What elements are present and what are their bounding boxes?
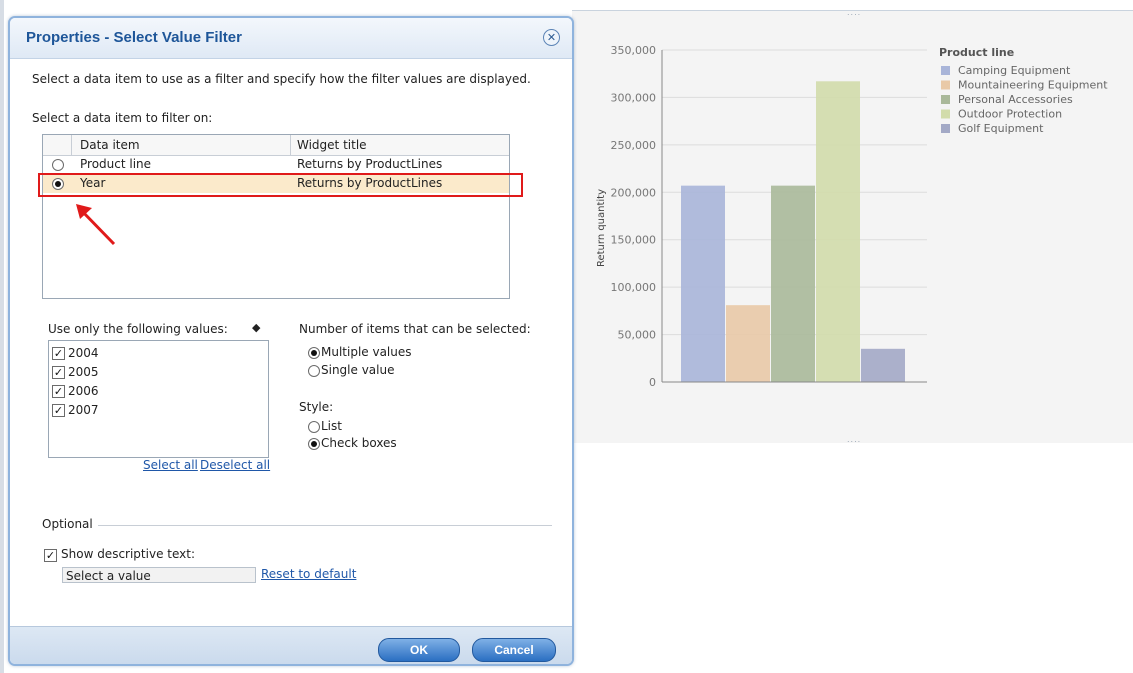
- legend-label: Golf Equipment: [958, 122, 1044, 135]
- y-tick-label: 150,000: [611, 234, 657, 247]
- values-list: ✓ 2004 ✓ 2005 ✓ 2006 ✓ 2007: [48, 340, 269, 458]
- style-list-radio[interactable]: [308, 421, 320, 433]
- descriptive-text-input[interactable]: Select a value: [62, 567, 256, 583]
- bar-mountaineering-equipment[interactable]: [726, 305, 770, 382]
- chart-widget: .... .... 0 50,000 100,000 150,000 200,000 25…: [572, 8, 1133, 444]
- style-label: Style:: [299, 400, 334, 414]
- column-separator: [290, 135, 291, 155]
- value-label: 2006: [68, 384, 99, 398]
- show-descriptive-checkbox[interactable]: ✓: [44, 549, 57, 562]
- cancel-button[interactable]: Cancel: [472, 638, 556, 662]
- use-only-label: Use only the following values:: [48, 322, 228, 336]
- y-tick-label: 0: [649, 376, 656, 389]
- y-tick-label: 50,000: [618, 329, 657, 342]
- column-header-data-item[interactable]: Data item: [80, 138, 140, 152]
- legend-swatch: [941, 66, 950, 75]
- multiple-values-radio[interactable]: [308, 347, 320, 359]
- legend-title: Product line: [939, 46, 1014, 59]
- bar-golf-equipment[interactable]: [861, 348, 905, 382]
- optional-section-label: Optional: [42, 517, 93, 531]
- column-separator: [71, 135, 72, 155]
- row-data-item: Product line: [80, 157, 152, 171]
- multiple-values-label: Multiple values: [321, 345, 412, 359]
- sort-icon[interactable]: ◆: [252, 321, 260, 334]
- dialog-footer: OK Cancel: [10, 626, 572, 664]
- bar-outdoor-protection[interactable]: [816, 81, 860, 382]
- y-tick-label: 350,000: [611, 44, 657, 57]
- returns-chart: 0 50,000 100,000 150,000 200,000 250,000 300,0…: [596, 44, 1108, 389]
- style-list-label: List: [321, 419, 342, 433]
- ok-button[interactable]: OK: [378, 638, 460, 662]
- row-widget-title: Returns by ProductLines: [297, 157, 443, 171]
- select-all-link[interactable]: Select all: [143, 458, 198, 472]
- deselect-all-link[interactable]: Deselect all: [200, 458, 270, 472]
- dialog-header: Properties - Select Value Filter ✕: [10, 18, 572, 59]
- show-descriptive-label: Show descriptive text:: [61, 547, 195, 561]
- legend-swatch: [941, 80, 950, 90]
- value-checkbox[interactable]: ✓: [52, 404, 65, 417]
- y-axis-label: Return quantity: [596, 189, 607, 267]
- select-item-label: Select a data item to filter on:: [32, 111, 213, 125]
- single-value-label: Single value: [321, 363, 395, 377]
- value-label: 2007: [68, 403, 99, 417]
- y-tick-label: 250,000: [611, 139, 657, 152]
- legend-swatch: [941, 109, 950, 119]
- column-header-widget-title[interactable]: Widget title: [297, 138, 367, 152]
- bar-camping-equipment[interactable]: [681, 185, 725, 382]
- y-tick-label: 100,000: [611, 281, 657, 294]
- empty-canvas: [572, 443, 1133, 673]
- close-icon[interactable]: ✕: [543, 29, 560, 46]
- select-value-filter-dialog: Properties - Select Value Filter ✕ Selec…: [8, 16, 574, 666]
- value-label: 2004: [68, 346, 99, 360]
- y-tick-label: 300,000: [611, 91, 657, 104]
- single-value-radio[interactable]: [308, 365, 320, 377]
- value-checkbox[interactable]: ✓: [52, 366, 65, 379]
- legend-label: Mountaineering Equipment: [958, 79, 1108, 92]
- intro-text: Select a data item to use as a filter an…: [32, 72, 531, 86]
- style-checkboxes-label: Check boxes: [321, 436, 397, 450]
- optional-divider: [98, 525, 552, 526]
- legend-swatch: [941, 95, 950, 104]
- value-checkbox[interactable]: ✓: [52, 347, 65, 360]
- legend-label: Outdoor Protection: [958, 108, 1062, 121]
- y-tick-label: 200,000: [611, 186, 657, 199]
- legend-swatch: [941, 124, 950, 133]
- number-items-label: Number of items that can be selected:: [299, 322, 531, 336]
- table-header: Data item Widget title: [43, 135, 509, 156]
- left-panel-edge: [0, 0, 4, 673]
- value-checkbox[interactable]: ✓: [52, 385, 65, 398]
- value-label: 2005: [68, 365, 99, 379]
- red-arrow-icon: [76, 204, 116, 246]
- legend-label: Camping Equipment: [958, 64, 1071, 77]
- bar-personal-accessories[interactable]: [771, 185, 815, 382]
- reset-default-link[interactable]: Reset to default: [261, 567, 356, 581]
- dialog-title: Properties - Select Value Filter: [26, 29, 242, 46]
- highlight-box: [38, 173, 523, 197]
- legend-label: Personal Accessories: [958, 93, 1073, 106]
- table-row-product-line[interactable]: Product line Returns by ProductLines: [43, 155, 509, 174]
- row-radio-product-line[interactable]: [52, 159, 64, 171]
- style-checkboxes-radio[interactable]: [308, 438, 320, 450]
